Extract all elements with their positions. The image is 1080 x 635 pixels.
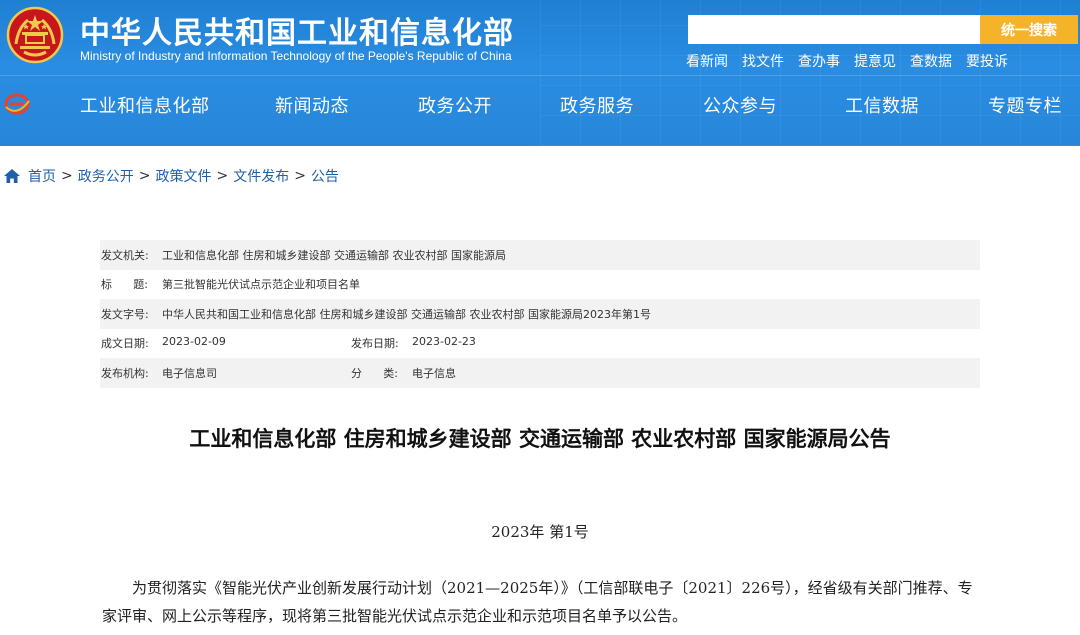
main-nav: 工业和信息化部 新闻动态 政务公开 政务服务 公众参与 工信数据 专题专栏 [0,83,1080,127]
nav-item-ministry[interactable]: 工业和信息化部 [80,92,210,118]
quick-link-services[interactable]: 查办事 [798,51,840,71]
breadcrumb-home[interactable]: 首页 [28,166,56,186]
category-label: 分 类: [350,365,412,381]
breadcrumb-document-release[interactable]: 文件发布 [233,166,289,186]
category-label-part: 分 [351,366,362,380]
info-row-doc-number: 发文字号: 中华人民共和国工业和信息化部 住房和城乡建设部 交通运输部 农业农村… [100,299,980,329]
document-paragraph: 为贯彻落实《智能光伏产业创新发展行动计划（2021—2025年）》（工信部联电子… [102,579,973,625]
published-date-label: 发布日期: [351,337,399,351]
header-divider [0,75,1080,76]
issuer-value: 工业和信息化部 住房和城乡建设部 交通运输部 农业农村部 国家能源局 [162,248,506,262]
nav-item-public-participation[interactable]: 公众参与 [703,92,777,118]
quick-link-feedback[interactable]: 提意见 [854,51,896,71]
search-input[interactable] [688,15,980,44]
nav-item-special-topics[interactable]: 专题专栏 [988,92,1062,118]
breadcrumb-separator: > [294,168,306,184]
document-number: 2023年 第1号 [491,523,589,541]
info-row-dates: 成文日期: 2023-02-09 发布日期: 2023-02-23 [100,329,980,359]
breadcrumb-policy-documents[interactable]: 政策文件 [155,166,211,186]
issuer-label: 发文机关: [101,248,149,262]
document-title: 工业和信息化部 住房和城乡建设部 交通运输部 农业农村部 国家能源局公告 [189,427,891,451]
breadcrumb-separator: > [216,168,229,184]
title-label: 标 题: [100,276,162,292]
breadcrumb-announcement[interactable]: 公告 [311,166,339,186]
nav-item-data[interactable]: 工信数据 [845,92,919,118]
search-button[interactable]: 统一搜索 [980,15,1078,44]
agency-cell: 发布机构: 电子信息司 [100,365,350,381]
category-label-part: 类: [383,366,398,380]
national-emblem-icon[interactable] [6,6,64,64]
published-date-cell: 发布日期: 2023-02-23 [350,335,600,351]
document-info-table: 发文机关: 工业和信息化部 住房和城乡建设部 交通运输部 农业农村部 国家能源局… [100,240,980,388]
quick-link-complaint[interactable]: 要投诉 [966,51,1008,71]
nav-item-government-affairs[interactable]: 政务公开 [418,92,492,118]
breadcrumb: 首页 > 政务公开 > 政策文件 > 文件发布 > 公告 [4,166,339,186]
quick-link-files[interactable]: 找文件 [742,51,784,71]
published-date-value: 2023-02-23 [412,335,476,349]
category-cell: 分 类: 电子信息 [350,365,600,381]
nav-item-news[interactable]: 新闻动态 [275,92,349,118]
doc-number-label: 发文字号: [101,307,149,321]
breadcrumb-government-affairs[interactable]: 政务公开 [78,166,134,186]
title-label-part: 标 [101,278,112,292]
home-icon[interactable] [4,169,20,183]
title-label-part: 题: [133,278,148,292]
doc-number-value: 中华人民共和国工业和信息化部 住房和城乡建设部 交通运输部 农业农村部 国家能源… [162,307,651,321]
created-date-value: 2023-02-09 [162,335,226,349]
created-date-cell: 成文日期: 2023-02-09 [100,335,350,351]
agency-value: 电子信息司 [162,366,217,380]
site-subtitle: Ministry of Industry and Information Tec… [80,49,512,63]
category-value: 电子信息 [412,366,456,380]
agency-label: 发布机构: [101,366,149,380]
breadcrumb-separator: > [138,168,151,184]
quick-link-data[interactable]: 查数据 [910,51,952,71]
info-row-title: 标 题: 第三批智能光伏试点示范企业和项目名单 [100,270,980,300]
site-header: 中华人民共和国工业和信息化部 Ministry of Industry and … [0,0,1080,146]
info-row-agency: 发布机构: 电子信息司 分 类: 电子信息 [100,358,980,388]
nav-item-government-services[interactable]: 政务服务 [560,92,634,118]
created-date-label: 成文日期: [101,337,149,351]
quick-links: 看新闻 找文件 查办事 提意见 查数据 要投诉 [686,51,1008,71]
site-title: 中华人民共和国工业和信息化部 [80,16,514,51]
quick-link-news[interactable]: 看新闻 [686,51,728,71]
info-row-issuer: 发文机关: 工业和信息化部 住房和城乡建设部 交通运输部 农业农村部 国家能源局 [100,240,980,270]
title-value: 第三批智能光伏试点示范企业和项目名单 [162,278,360,292]
breadcrumb-separator: > [61,168,73,184]
